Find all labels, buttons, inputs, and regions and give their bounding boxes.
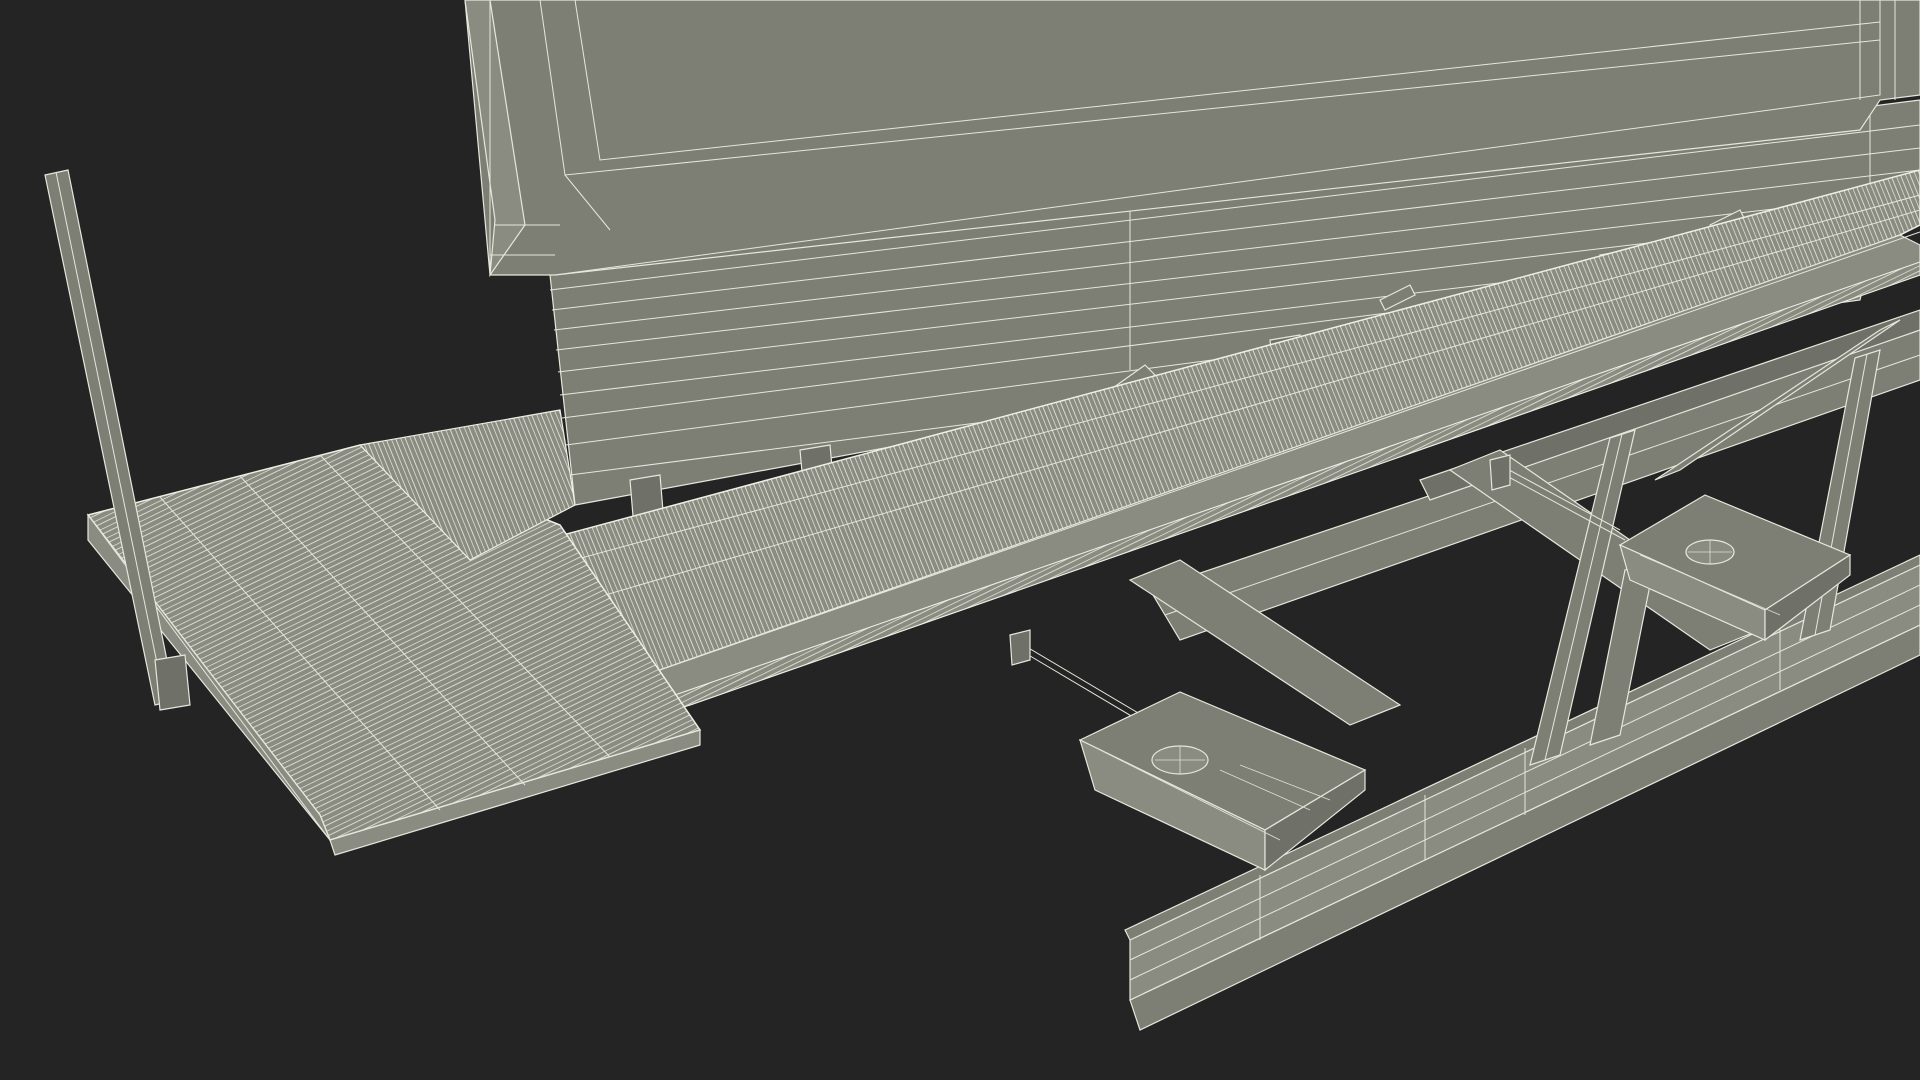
wireframe-render (44, 0, 1920, 1031)
3d-viewport[interactable] (0, 0, 1920, 1080)
